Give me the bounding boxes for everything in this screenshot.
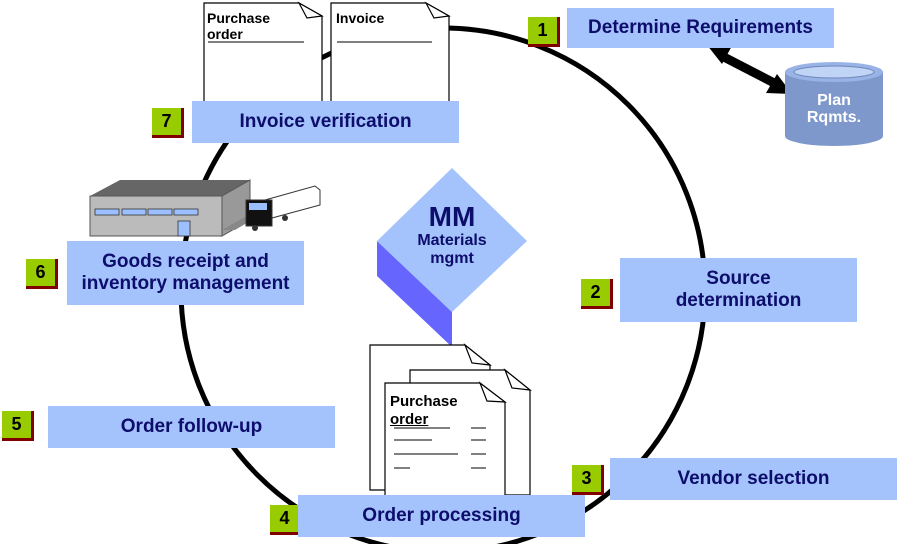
step-3-vendor-selection[interactable]: Vendor selection	[610, 458, 897, 500]
warehouse-truck-icon	[89, 179, 321, 237]
database-label: Plan Rqmts.	[785, 92, 883, 126]
top-po-line2: order	[207, 26, 243, 42]
step-3-number: 3	[572, 465, 604, 495]
step-2-label-line2: determination	[675, 290, 802, 311]
step-5-order-follow-up[interactable]: Order follow-up	[48, 406, 335, 448]
step-6-label-line1: Goods receipt and	[102, 251, 269, 272]
center-po-title: Purchase order	[390, 393, 458, 429]
step-1-number: 1	[528, 17, 560, 47]
step-2-number: 2	[581, 279, 613, 309]
center-po-line1: Purchase	[390, 393, 458, 410]
step-7-invoice-verification[interactable]: Invoice verification	[192, 101, 459, 143]
step-5-number: 5	[2, 411, 34, 441]
top-invoice-title: Invoice	[336, 10, 384, 26]
step-7-number: 7	[152, 108, 184, 138]
step-1-determine-requirements[interactable]: Determine Requirements	[567, 8, 834, 48]
step-2-label-line1: Source	[706, 268, 771, 289]
step-2-source-determination[interactable]: Source determination	[620, 258, 857, 322]
top-po-title: Purchase order	[207, 10, 270, 42]
center-subtitle-1: Materials	[417, 232, 487, 249]
database-line1: Plan	[817, 92, 851, 109]
step-6-number: 6	[26, 259, 58, 289]
step-4-order-processing[interactable]: Order processing	[298, 495, 585, 537]
step-6-label-line2: inventory management	[81, 273, 290, 294]
center-label: MM Materials mgmt	[392, 202, 512, 268]
database-line2: Rqmts.	[806, 109, 862, 126]
double-arrow-icon	[707, 44, 792, 94]
top-po-line1: Purchase	[207, 10, 271, 26]
step-6-goods-receipt[interactable]: Goods receipt and inventory management	[67, 241, 304, 305]
center-title: MM	[428, 201, 476, 232]
center-subtitle-2: mgmt	[430, 250, 474, 267]
center-po-line2: order	[390, 411, 429, 428]
top-invoice-line1: Invoice	[336, 10, 385, 26]
